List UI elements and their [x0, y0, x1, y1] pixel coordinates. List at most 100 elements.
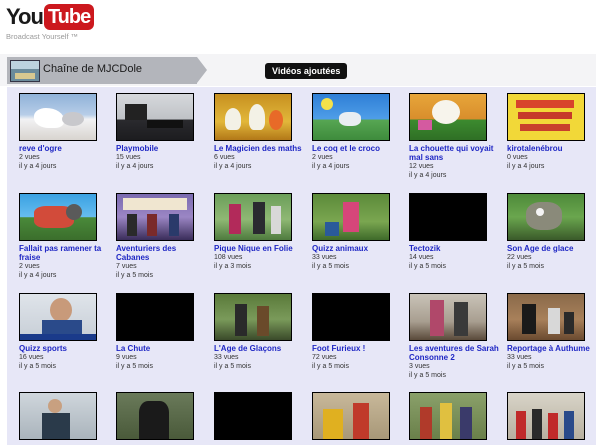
video-thumbnail[interactable]	[312, 392, 390, 440]
video-thumbnail[interactable]	[312, 193, 390, 241]
video-thumbnail[interactable]	[312, 293, 390, 341]
video-views: 9 vues	[116, 354, 137, 361]
video-age: il y a 5 mois	[507, 363, 544, 370]
video-views: 16 vues	[19, 354, 44, 361]
video-title[interactable]: Pique Nique en Folie	[214, 244, 304, 253]
video-title[interactable]: kirotalenébrou	[507, 144, 596, 153]
video-item[interactable]: L'Age de Glaçons 33 vues il y a 5 mois	[214, 293, 304, 371]
video-views: 12 vues	[409, 163, 434, 170]
video-views: 6 vues	[214, 154, 235, 161]
video-thumbnail[interactable]	[116, 193, 194, 241]
video-age: il y a 5 mois	[409, 263, 446, 270]
video-item[interactable]: Le Magicien des maths 6 vues il y a 4 jo…	[214, 93, 304, 171]
video-title[interactable]: Le coq et le croco	[312, 144, 402, 153]
video-grid: reve d'ogre 2 vues il y a 4 jours Playmo…	[7, 87, 596, 445]
video-title[interactable]: Son Age de glace	[507, 244, 596, 253]
video-thumbnail[interactable]	[507, 93, 585, 141]
video-item[interactable]	[312, 392, 402, 440]
video-thumbnail[interactable]	[214, 93, 292, 141]
video-age: il y a 4 jours	[19, 163, 57, 170]
video-views: 2 vues	[19, 263, 40, 270]
video-age: il y a 5 mois	[312, 363, 349, 370]
video-title[interactable]: Le Magicien des maths	[214, 144, 304, 153]
video-item[interactable]: Fallait pas ramener ta fraise 2 vues il …	[19, 193, 109, 280]
video-item[interactable]: kirotalenébrou 0 vues il y a 4 jours	[507, 93, 596, 171]
video-views: 33 vues	[507, 354, 532, 361]
video-age: il y a 4 jours	[312, 163, 350, 170]
logo-tagline: Broadcast Yourself ™	[6, 32, 79, 41]
video-item[interactable]: La chouette qui voyait mal sans 12 vues …	[409, 93, 499, 180]
video-thumbnail[interactable]	[214, 392, 292, 440]
video-age: il y a 4 jours	[507, 163, 545, 170]
video-item[interactable]: Tectozik 14 vues il y a 5 mois	[409, 193, 499, 271]
video-thumbnail[interactable]	[19, 93, 97, 141]
video-thumbnail[interactable]	[19, 293, 97, 341]
tab-added-videos[interactable]: Vidéos ajoutées	[265, 63, 348, 79]
video-thumbnail[interactable]	[507, 193, 585, 241]
logo-you-text: You	[6, 4, 44, 29]
video-item[interactable]: Le coq et le croco 2 vues il y a 4 jours	[312, 93, 402, 171]
video-title[interactable]: Foot Furieux !	[312, 344, 402, 353]
video-item[interactable]: Foot Furieux ! 72 vues il y a 5 mois	[312, 293, 402, 371]
video-item[interactable]	[409, 392, 499, 440]
video-item[interactable]: Quizz animaux 33 vues il y a 5 mois	[312, 193, 402, 271]
video-thumbnail[interactable]	[19, 193, 97, 241]
video-views: 108 vues	[214, 254, 243, 261]
video-thumbnail[interactable]	[312, 93, 390, 141]
video-thumbnail[interactable]	[116, 293, 194, 341]
video-thumbnail[interactable]	[409, 93, 487, 141]
video-thumbnail[interactable]	[409, 392, 487, 440]
video-views: 2 vues	[19, 154, 40, 161]
youtube-logo[interactable]: You Tube Broadcast Yourself ™	[6, 4, 95, 46]
video-title[interactable]: Quizz sports	[19, 344, 109, 353]
video-title[interactable]: La Chute	[116, 344, 206, 353]
video-title[interactable]: La chouette qui voyait mal sans	[409, 144, 499, 162]
video-item[interactable]: Quizz sports 16 vues il y a 5 mois	[19, 293, 109, 371]
video-views: 2 vues	[312, 154, 333, 161]
video-age: il y a 5 mois	[214, 363, 251, 370]
video-age: il y a 5 mois	[409, 372, 446, 379]
video-item[interactable]: reve d'ogre 2 vues il y a 4 jours	[19, 93, 109, 171]
video-views: 72 vues	[312, 354, 337, 361]
video-title[interactable]: L'Age de Glaçons	[214, 344, 304, 353]
video-item[interactable]	[19, 392, 109, 440]
video-item[interactable]: Playmobile 15 vues il y a 4 jours	[116, 93, 206, 171]
video-views: 33 vues	[214, 354, 239, 361]
video-age: il y a 5 mois	[312, 263, 349, 270]
channel-avatar[interactable]	[10, 60, 40, 82]
video-item[interactable]: Pique Nique en Folie 108 vues il y a 3 m…	[214, 193, 304, 271]
video-title[interactable]: reve d'ogre	[19, 144, 109, 153]
video-age: il y a 4 jours	[19, 272, 57, 279]
video-title[interactable]: Fallait pas ramener ta fraise	[19, 244, 109, 262]
video-item[interactable]	[507, 392, 596, 440]
video-views: 14 vues	[409, 254, 434, 261]
video-thumbnail[interactable]	[214, 193, 292, 241]
video-thumbnail[interactable]	[214, 293, 292, 341]
video-thumbnail[interactable]	[116, 392, 194, 440]
video-age: il y a 3 mois	[214, 263, 251, 270]
channel-title[interactable]: Chaîne de MJCDole	[43, 63, 142, 75]
video-item[interactable]: La Chute 9 vues il y a 5 mois	[116, 293, 206, 371]
video-item[interactable]: Son Age de glace 22 vues il y a 5 mois	[507, 193, 596, 271]
video-thumbnail[interactable]	[19, 392, 97, 440]
channel-tab-arrow	[197, 57, 207, 83]
video-title[interactable]: Aventuriers des Cabanes	[116, 244, 206, 262]
video-title[interactable]: Quizz animaux	[312, 244, 402, 253]
video-thumbnail[interactable]	[116, 93, 194, 141]
video-item[interactable]: Aventuriers des Cabanes 7 vues il y a 5 …	[116, 193, 206, 280]
video-item[interactable]: Les aventures de Sarah Consonne 2 3 vues…	[409, 293, 499, 380]
video-title[interactable]: Les aventures de Sarah Consonne 2	[409, 344, 499, 362]
video-thumbnail[interactable]	[507, 392, 585, 440]
video-title[interactable]: Tectozik	[409, 244, 499, 253]
video-views: 33 vues	[312, 254, 337, 261]
video-thumbnail[interactable]	[409, 193, 487, 241]
video-thumbnail[interactable]	[507, 293, 585, 341]
video-thumbnail[interactable]	[409, 293, 487, 341]
video-title[interactable]: Reportage à Authume	[507, 344, 596, 353]
video-views: 22 vues	[507, 254, 532, 261]
video-item[interactable]	[116, 392, 206, 440]
video-item[interactable]: Reportage à Authume 33 vues il y a 5 moi…	[507, 293, 596, 371]
video-item[interactable]	[214, 392, 304, 440]
video-age: il y a 5 mois	[507, 263, 544, 270]
video-title[interactable]: Playmobile	[116, 144, 206, 153]
